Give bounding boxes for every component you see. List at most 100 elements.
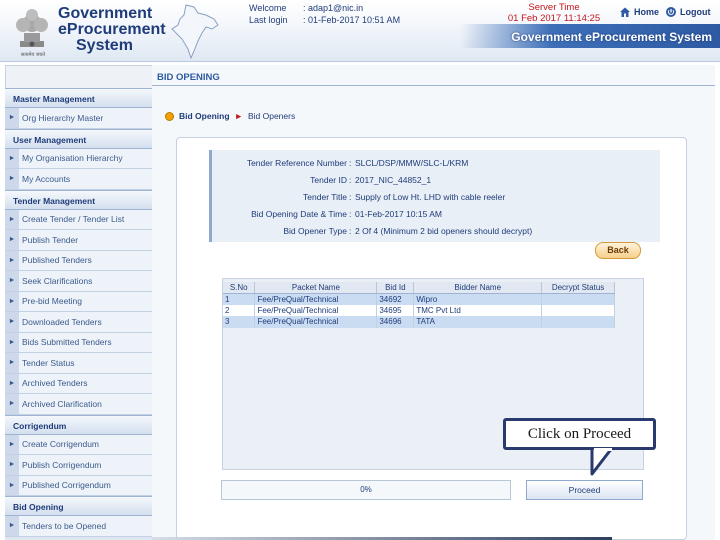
breadcrumb-item-bid-opening[interactable]: Bid Opening	[179, 111, 230, 121]
sidebar-item-label: Pre-bid Meeting	[22, 296, 83, 307]
sidebar-item-published-corrigendum[interactable]: ► Published Corrigendum	[5, 475, 152, 496]
sidebar-section-user-management[interactable]: User Management	[5, 128, 152, 149]
tender-details: Tender Reference Number: SLCL/DSP/MMW/SLC…	[209, 150, 660, 242]
table-row[interactable]: 2 Fee/PreQual/Technical 34695 TMC Pvt Lt…	[223, 304, 615, 316]
decrypt-progress-bar: 0%	[221, 480, 511, 500]
detail-value: 2 Of 4 (Minimum 2 bid openers should dec…	[355, 226, 533, 236]
server-time: Server Time 01 Feb 2017 11:14:25	[494, 2, 614, 24]
proceed-button[interactable]: Proceed	[526, 480, 643, 500]
cell-bidder-name: TATA	[413, 316, 543, 328]
column-header-sno[interactable]: S.No	[223, 282, 256, 294]
sidebar-item-label: Org Hierarchy Master	[22, 112, 104, 123]
sidebar-item-pre-bid-meeting[interactable]: ► Pre-bid Meeting	[5, 291, 152, 312]
table-row[interactable]: 3 Fee/PreQual/Technical 34696 TATA	[223, 316, 615, 328]
column-header-packet-name[interactable]: Packet Name	[254, 282, 378, 294]
sidebar-item-tenders-to-be-opened[interactable]: ► Tenders to be Opened	[5, 516, 152, 537]
sidebar-item-label: Archived Tenders	[22, 378, 88, 389]
home-icon	[620, 7, 630, 17]
column-header-bid-id[interactable]: Bid Id	[376, 282, 415, 294]
cell-sno: 3	[223, 316, 256, 328]
home-link[interactable]: Home	[619, 6, 659, 18]
sidebar-item-label: Downloaded Tenders	[22, 316, 102, 327]
app-logo-text: Government eProcurement System	[58, 6, 166, 54]
cell-decrypt-status	[541, 293, 615, 305]
arrow-right-icon: ►	[5, 271, 19, 291]
cell-packet-name: Fee/PreQual/Technical	[254, 293, 378, 305]
last-login-value: : 01-Feb-2017 10:51 AM	[303, 15, 401, 25]
server-time-value: 01 Feb 2017 11:14:25	[507, 13, 601, 24]
detail-value: 01-Feb-2017 10:15 AM	[355, 209, 442, 219]
detail-label: Bid Opener Type	[283, 226, 347, 236]
app-header: सत्यमेव जयते Government eProcurement Sys…	[0, 0, 720, 62]
last-login-label: Last login	[249, 15, 288, 25]
sidebar-item-org-hierarchy-master[interactable]: ► Org Hierarchy Master	[5, 108, 152, 129]
sidebar-section-corrigendum[interactable]: Corrigendum	[5, 414, 152, 435]
sidebar-item-create-corrigendum[interactable]: ► Create Corrigendum	[5, 434, 152, 455]
logout-link[interactable]: Logout	[665, 6, 711, 18]
cell-sno: 2	[223, 304, 256, 316]
arrow-right-icon: ►	[5, 373, 19, 393]
arrow-right-icon: ►	[5, 148, 19, 168]
cell-bidder-name: Wipro	[413, 293, 543, 305]
arrow-right-icon: ►	[5, 353, 19, 373]
sidebar-item-publish-tender[interactable]: ► Publish Tender	[5, 230, 152, 251]
sidebar: Master Management ► Org Hierarchy Master …	[5, 88, 152, 540]
detail-label: Bid Opening Date & Time	[251, 209, 347, 219]
sidebar-item-label: Published Corrigendum	[22, 480, 111, 491]
arrow-right-icon: ►	[5, 394, 19, 414]
sidebar-item-label: Published Tenders	[22, 255, 92, 266]
sidebar-item-publish-corrigendum[interactable]: ► Publish Corrigendum	[5, 455, 152, 476]
sidebar-item-label: My Organisation Hierarchy	[22, 153, 123, 164]
table-header-row: S.No Packet Name Bid Id Bidder Name Decr…	[223, 282, 615, 294]
system-title: Government eProcurement System	[511, 30, 712, 44]
column-header-decrypt-status[interactable]: Decrypt Status	[541, 282, 615, 294]
logo-line-1: Government	[58, 5, 153, 22]
sidebar-item-published-tenders[interactable]: ► Published Tenders	[5, 250, 152, 271]
sidebar-item-tender-status[interactable]: ► Tender Status	[5, 353, 152, 374]
arrow-right-icon: ►	[5, 250, 19, 270]
bids-table: S.No Packet Name Bid Id Bidder Name Decr…	[223, 282, 615, 328]
main-content: BID OPENING Bid Opening ► Bid Openers Te…	[152, 65, 715, 540]
sidebar-item-my-organisation-hierarchy[interactable]: ► My Organisation Hierarchy	[5, 148, 152, 169]
detail-label: Tender Title	[303, 192, 347, 202]
cell-bidder-name: TMC Pvt Ltd	[413, 304, 543, 316]
welcome-value: : adap1@nic.in	[303, 3, 364, 13]
sidebar-item-downloaded-tenders[interactable]: ► Downloaded Tenders	[5, 312, 152, 333]
sidebar-item-label: Seek Clarifications	[22, 275, 93, 286]
sidebar-section-tender-management[interactable]: Tender Management	[5, 189, 152, 210]
cell-sno: 1	[223, 293, 256, 305]
welcome-label: Welcome	[249, 3, 287, 13]
cell-packet-name: Fee/PreQual/Technical	[254, 304, 378, 316]
sidebar-item-archived-clarification[interactable]: ► Archived Clarification	[5, 394, 152, 415]
detail-value: Supply of Low Ht. LHD with cable reeler	[355, 192, 506, 202]
detail-value: 2017_NIC_44852_1	[355, 175, 432, 185]
cell-packet-name: Fee/PreQual/Technical	[254, 316, 378, 328]
breadcrumb-bullet-icon	[165, 111, 174, 121]
sidebar-section-master-management[interactable]: Master Management	[5, 88, 152, 108]
breadcrumb: Bid Opening ► Bid Openers	[165, 111, 295, 121]
arrow-right-icon: ►	[5, 516, 19, 536]
sidebar-item-my-accounts[interactable]: ► My Accounts	[5, 169, 152, 190]
sidebar-item-bids-submitted-tenders[interactable]: ► Bids Submitted Tenders	[5, 332, 152, 353]
sidebar-section-bid-opening[interactable]: Bid Opening	[5, 496, 152, 516]
page-title: BID OPENING	[152, 70, 715, 86]
home-label: Home	[634, 7, 660, 17]
table-row[interactable]: 1 Fee/PreQual/Technical 34692 Wipro	[223, 293, 615, 305]
cell-bid-id: 34696	[376, 316, 415, 328]
sidebar-item-create-tender[interactable]: ► Create Tender / Tender List	[5, 209, 152, 230]
india-map-icon	[171, 4, 219, 59]
welcome-block: Welcome : adap1@nic.in Last login : 01-Feb…	[249, 2, 400, 26]
sidebar-item-archived-tenders[interactable]: ► Archived Tenders	[5, 373, 152, 394]
instruction-callout: Click on Proceed	[503, 418, 656, 450]
sidebar-item-label: Create Tender / Tender List	[22, 214, 125, 225]
cell-bid-id: 34692	[376, 293, 415, 305]
sidebar-item-label: Tender Status	[22, 357, 75, 368]
column-header-bidder-name[interactable]: Bidder Name	[413, 282, 543, 294]
detail-value: SLCL/DSP/MMW/SLC-L/KRM	[355, 158, 469, 168]
sidebar-item-label: My Accounts	[22, 173, 71, 184]
back-button[interactable]: Back	[595, 242, 641, 259]
sidebar-item-seek-clarifications[interactable]: ► Seek Clarifications	[5, 271, 152, 292]
sidebar-item-label: Create Corrigendum	[22, 439, 100, 450]
logout-icon	[666, 7, 676, 17]
arrow-right-icon: ►	[5, 230, 19, 250]
